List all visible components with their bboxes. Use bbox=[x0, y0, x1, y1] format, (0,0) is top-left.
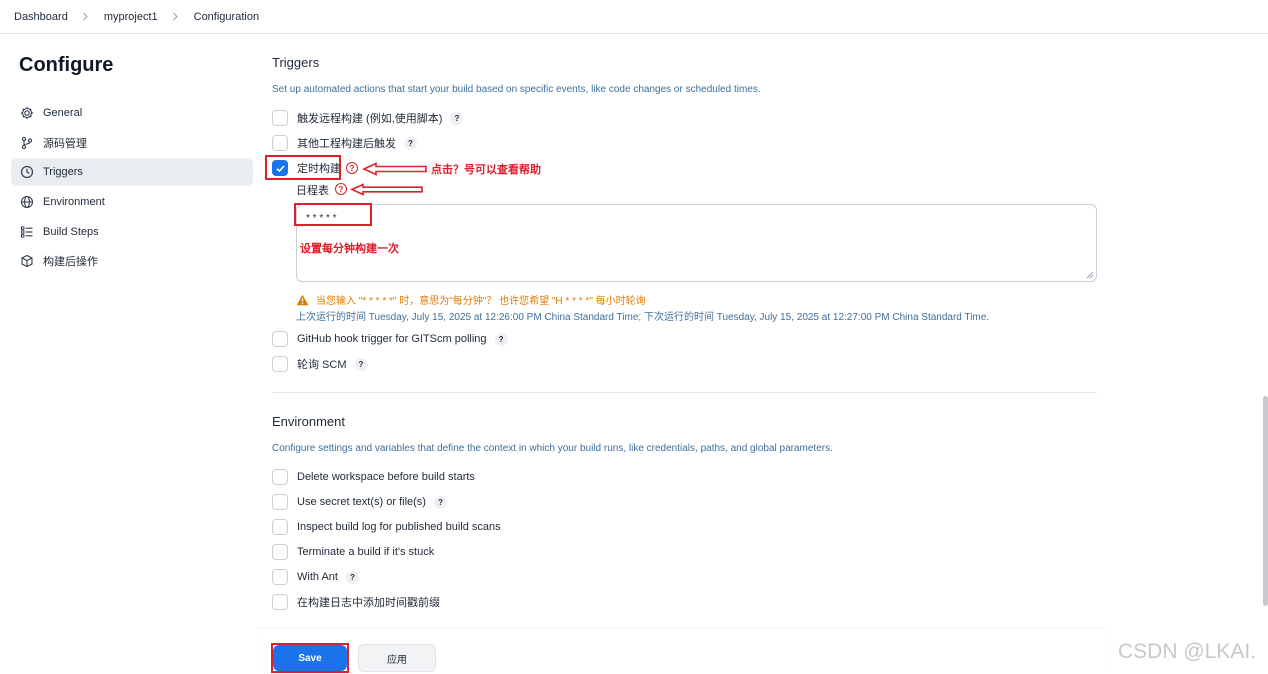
remote-trigger-checkbox[interactable] bbox=[272, 110, 288, 126]
annotation-arrow-icon bbox=[362, 162, 427, 176]
environment-section-description: Configure settings and variables that de… bbox=[272, 443, 833, 454]
list-icon bbox=[20, 225, 34, 239]
page-title: Configure bbox=[19, 54, 114, 76]
after-other-projects-checkbox[interactable] bbox=[272, 135, 288, 151]
option-label: 在构建日志中添加时间戳前缀 bbox=[297, 597, 440, 609]
annotation-click-help: 点击？号可以查看帮助 bbox=[431, 164, 541, 176]
option-label: 轮询 SCM bbox=[297, 359, 347, 371]
breadcrumb-dashboard[interactable]: Dashboard bbox=[14, 11, 68, 23]
option-label: Use secret text(s) or file(s) bbox=[297, 496, 426, 508]
schedule-textarea[interactable]: * * * * * bbox=[296, 204, 1097, 282]
option-label: With Ant bbox=[297, 571, 338, 583]
clock-icon bbox=[20, 165, 34, 179]
trigger-option-after-other-projects: 其他工程构建后触发 ? bbox=[272, 134, 417, 152]
section-divider bbox=[272, 392, 1097, 393]
cube-icon bbox=[20, 254, 34, 268]
schedule-run-info: 上次运行的时间 Tuesday, July 15, 2025 at 12:26:… bbox=[296, 312, 990, 323]
sidebar-item-post-build[interactable]: 构建后操作 bbox=[11, 247, 253, 275]
trigger-option-remote: 触发远程构建 (例如,使用脚本) ? bbox=[272, 109, 464, 127]
gear-icon bbox=[20, 106, 34, 120]
chevron-right-icon bbox=[78, 11, 94, 23]
poll-scm-checkbox[interactable] bbox=[272, 356, 288, 372]
watermark: CSDN @LKAI. bbox=[1118, 640, 1257, 663]
sidebar-item-environment[interactable]: Environment bbox=[11, 188, 253, 216]
help-icon-build-periodically[interactable]: ? bbox=[346, 162, 358, 174]
env-option-with-ant: With Ant ? bbox=[272, 568, 359, 586]
schedule-label-row: 日程表 bbox=[296, 181, 329, 199]
sidebar-item-general[interactable]: General bbox=[11, 99, 253, 127]
branch-icon bbox=[20, 136, 34, 150]
schedule-label: 日程表 bbox=[296, 185, 329, 197]
annotation-box-build-periodically bbox=[265, 155, 341, 180]
timestamps-checkbox[interactable] bbox=[272, 594, 288, 610]
delete-workspace-checkbox[interactable] bbox=[272, 469, 288, 485]
option-label: 其他工程构建后触发 bbox=[297, 138, 396, 150]
option-label: GitHub hook trigger for GITScm polling bbox=[297, 333, 487, 345]
env-option-delete-workspace: Delete workspace before build starts bbox=[272, 468, 475, 486]
help-icon[interactable]: ? bbox=[450, 111, 464, 125]
chevron-right-icon bbox=[168, 11, 184, 23]
warning-text: 当您输入 "* * * * *" 时，意思为"每分钟"？ 也许您希望 "H * … bbox=[316, 296, 646, 307]
secret-files-checkbox[interactable] bbox=[272, 494, 288, 510]
schedule-warning: 当您输入 "* * * * *" 时，意思为"每分钟"？ 也许您希望 "H * … bbox=[296, 292, 646, 307]
apply-button[interactable]: 应用 bbox=[358, 644, 436, 672]
environment-section-title: Environment bbox=[272, 414, 345, 429]
option-label: Delete workspace before build starts bbox=[297, 471, 475, 483]
annotation-every-minute: 设置每分钟构建一次 bbox=[300, 243, 399, 255]
resize-grip-icon[interactable] bbox=[1086, 271, 1094, 279]
scrollbar[interactable] bbox=[1263, 396, 1268, 606]
sidebar-item-label: Environment bbox=[43, 196, 105, 209]
breadcrumb-project[interactable]: myproject1 bbox=[104, 11, 158, 23]
with-ant-checkbox[interactable] bbox=[272, 569, 288, 585]
globe-icon bbox=[20, 195, 34, 209]
env-option-secret-files: Use secret text(s) or file(s) ? bbox=[272, 493, 447, 511]
option-label: Terminate a build if it's stuck bbox=[297, 546, 435, 558]
help-icon[interactable]: ? bbox=[494, 332, 508, 346]
sidebar-item-triggers[interactable]: Triggers bbox=[11, 158, 253, 187]
annotation-box-save bbox=[271, 643, 349, 673]
sidebar-item-build-steps[interactable]: Build Steps bbox=[11, 218, 253, 246]
help-icon-schedule[interactable]: ? bbox=[335, 183, 347, 195]
triggers-section-description: Set up automated actions that start your… bbox=[272, 84, 761, 95]
terminate-stuck-checkbox[interactable] bbox=[272, 544, 288, 560]
help-icon[interactable]: ? bbox=[354, 357, 368, 371]
trigger-option-github-hook: GitHub hook trigger for GITScm polling ? bbox=[272, 330, 508, 348]
sidebar-item-label: Triggers bbox=[43, 166, 83, 179]
warning-icon bbox=[296, 294, 309, 305]
sidebar-item-scm[interactable]: 源码管理 bbox=[11, 129, 253, 157]
help-icon[interactable]: ? bbox=[433, 495, 447, 509]
sidebar-item-label: 源码管理 bbox=[43, 137, 87, 150]
help-icon[interactable]: ? bbox=[404, 136, 417, 150]
breadcrumb-configuration[interactable]: Configuration bbox=[194, 11, 259, 23]
help-icon[interactable]: ? bbox=[345, 570, 359, 584]
annotation-box-schedule-value bbox=[294, 203, 372, 226]
breadcrumb: Dashboard myproject1 Configuration bbox=[0, 0, 1268, 34]
annotation-arrow-icon bbox=[350, 183, 423, 196]
sidebar-item-label: General bbox=[43, 107, 83, 119]
env-option-timestamps: 在构建日志中添加时间戳前缀 bbox=[272, 593, 440, 611]
option-label: 触发远程构建 (例如,使用脚本) bbox=[297, 113, 443, 125]
option-label: Inspect build log for published build sc… bbox=[297, 521, 501, 533]
sidebar-item-label: 构建后操作 bbox=[43, 256, 98, 269]
inspect-build-log-checkbox[interactable] bbox=[272, 519, 288, 535]
triggers-section-title: Triggers bbox=[272, 55, 320, 70]
env-option-inspect-build-log: Inspect build log for published build sc… bbox=[272, 518, 501, 536]
env-option-terminate-stuck: Terminate a build if it's stuck bbox=[272, 543, 434, 561]
trigger-option-poll-scm: 轮询 SCM ? bbox=[272, 355, 368, 373]
github-hook-checkbox[interactable] bbox=[272, 331, 288, 347]
sidebar-item-label: Build Steps bbox=[43, 225, 99, 238]
sidebar-nav: General 源码管理 Triggers Environment Build … bbox=[11, 99, 253, 277]
